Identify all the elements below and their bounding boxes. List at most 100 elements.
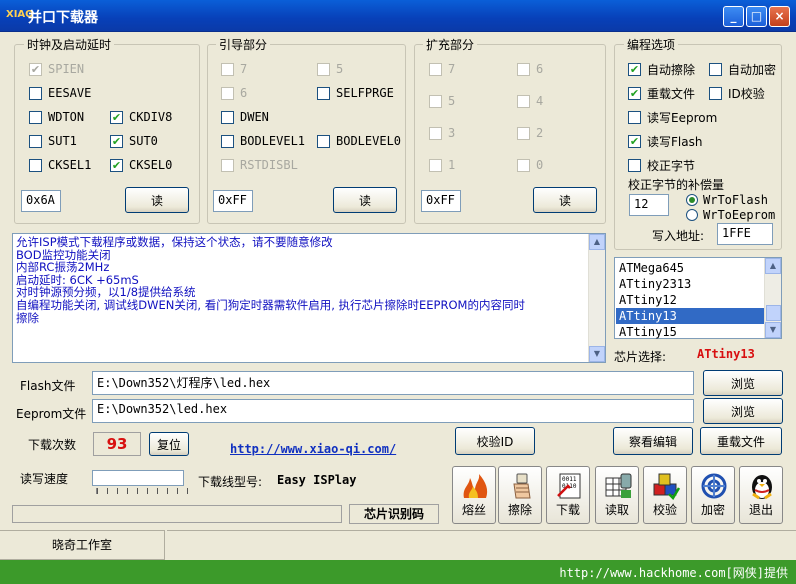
svg-text:0011: 0011 bbox=[562, 476, 577, 483]
checkbox-label: 7 bbox=[240, 62, 248, 76]
checkbox-prog-id-[interactable]: ID校验 bbox=[709, 85, 765, 101]
chip-list-item[interactable]: ATtiny15 bbox=[616, 324, 764, 340]
minimize-button[interactable]: _ bbox=[723, 6, 744, 27]
tool-button-2[interactable]: 擦除 bbox=[498, 466, 542, 524]
reset-count-button[interactable]: 复位 bbox=[149, 432, 189, 456]
eeprom-browse-button[interactable]: 浏览 bbox=[703, 398, 783, 424]
checkbox-clock-eesave[interactable]: EESAVE bbox=[29, 85, 91, 101]
tool-button-3[interactable]: 0011 0110 下载 bbox=[546, 466, 590, 524]
checkbox-box bbox=[429, 62, 442, 76]
tool-button-label: 擦除 bbox=[507, 503, 532, 517]
checkbox-clock-wdton[interactable]: WDTON bbox=[29, 109, 84, 125]
checkbox-prog--[interactable]: ✔ 自动擦除 bbox=[628, 61, 695, 77]
checkbox-boot-7: 7 bbox=[221, 61, 247, 77]
checkbox-box bbox=[317, 134, 330, 148]
flash-browse-button[interactable]: 浏览 bbox=[703, 370, 783, 396]
checkbox-prog--[interactable]: 自动加密 bbox=[709, 61, 776, 77]
checkbox-ext-3: 3 bbox=[429, 125, 455, 141]
ext-value-field[interactable]: 0xFF bbox=[421, 190, 461, 212]
checkbox-clock-cksel1[interactable]: CKSEL1 bbox=[29, 157, 91, 173]
checkbox-box bbox=[628, 110, 641, 124]
chip-scroll-up-icon[interactable]: ▲ bbox=[765, 258, 781, 274]
checkbox-boot-bodlevel1[interactable]: BODLEVEL1 bbox=[221, 133, 305, 149]
checkmark-icon: ✔ bbox=[628, 134, 641, 148]
radio-wrtoflash[interactable]: WrToFlash bbox=[686, 192, 768, 208]
clock-read-button[interactable]: 读 bbox=[125, 187, 189, 213]
tool-button-4[interactable]: 读取 bbox=[595, 466, 639, 524]
speed-track[interactable] bbox=[92, 470, 184, 486]
read-grid-icon bbox=[603, 472, 633, 500]
radio-wrtoeeprom[interactable]: WrToEeprom bbox=[686, 207, 775, 223]
checkbox-boot-bodlevel0[interactable]: BODLEVEL0 bbox=[317, 133, 401, 149]
maximize-icon: □ bbox=[750, 9, 763, 23]
verify-id-button[interactable]: 校验ID bbox=[455, 427, 535, 455]
download-binary-icon: 0011 0110 bbox=[554, 472, 584, 500]
checkbox-label: EESAVE bbox=[48, 86, 92, 100]
fire-icon bbox=[460, 472, 490, 500]
close-button[interactable]: × bbox=[769, 6, 790, 27]
scroll-down-icon[interactable]: ▼ bbox=[589, 346, 605, 362]
checkbox-box bbox=[29, 134, 42, 148]
title-bar[interactable]: XIAO 并口下载器 _ □ × bbox=[0, 0, 796, 32]
eeprom-file-input[interactable]: E:\Down352\led.hex bbox=[92, 399, 694, 423]
radio-wrtoeeprom-label: WrToEeprom bbox=[703, 208, 776, 222]
reload-file-button[interactable]: 重载文件 bbox=[700, 427, 782, 455]
download-count-value: 93 bbox=[93, 432, 141, 456]
chip-scrollbar[interactable]: ▲ ▼ bbox=[764, 258, 781, 338]
chip-list-item[interactable]: ATtiny2313 bbox=[616, 276, 764, 292]
info-textarea[interactable]: 允许ISP模式下载程序或数据，保持这个状态，请不要随意修改 BOD监控功能关闭 内部… bbox=[12, 233, 606, 363]
penguin-icon bbox=[747, 472, 777, 500]
maximize-button[interactable]: □ bbox=[746, 6, 767, 27]
clock-value-field[interactable]: 0x6A bbox=[21, 190, 61, 212]
tool-button-label: 熔丝 bbox=[461, 503, 486, 517]
radio-wrtoeeprom-dot bbox=[686, 209, 698, 221]
checkbox-prog--[interactable]: 校正字节 bbox=[628, 157, 695, 173]
addr-value-field[interactable]: 1FFE bbox=[717, 223, 773, 245]
checkbox-label: 0 bbox=[536, 158, 544, 172]
chip-list-item[interactable]: ATtiny12 bbox=[616, 292, 764, 308]
checkbox-clock-cksel0[interactable]: ✔ CKSEL0 bbox=[110, 157, 172, 173]
checkbox-clock-sut1[interactable]: SUT1 bbox=[29, 133, 77, 149]
chip-scroll-down-icon[interactable]: ▼ bbox=[765, 322, 781, 338]
tool-button-5[interactable]: 校验 bbox=[643, 466, 687, 524]
tool-button-1[interactable]: 熔丝 bbox=[452, 466, 496, 524]
scroll-up-icon[interactable]: ▲ bbox=[589, 234, 605, 250]
checkmark-icon: ✔ bbox=[29, 62, 42, 76]
boot-read-button[interactable]: 读 bbox=[333, 187, 397, 213]
checkbox-clock-ckdiv8[interactable]: ✔ CKDIV8 bbox=[110, 109, 172, 125]
chip-selected-display: ATtiny13 bbox=[697, 347, 755, 361]
window-title: 并口下载器 bbox=[28, 10, 98, 26]
download-count-label: 下载次数 bbox=[28, 438, 77, 452]
tool-button-7[interactable]: 退出 bbox=[739, 466, 783, 524]
checkbox-label: ID校验 bbox=[728, 86, 765, 101]
close-icon: × bbox=[774, 9, 785, 23]
checkbox-prog--[interactable]: ✔ 重载文件 bbox=[628, 85, 695, 101]
lock-knot-icon bbox=[699, 472, 729, 500]
ext-group-title: 扩充部分 bbox=[423, 36, 478, 53]
checkbox-clock-sut0[interactable]: ✔ SUT0 bbox=[110, 133, 158, 149]
checkbox-ext-2: 2 bbox=[517, 125, 543, 141]
checkbox-prog--flash[interactable]: ✔ 读写Flash bbox=[628, 133, 702, 149]
tool-button-6[interactable]: 加密 bbox=[691, 466, 735, 524]
flash-file-input[interactable]: E:\Down352\灯程序\led.hex bbox=[92, 371, 694, 395]
checkbox-boot-selfprge[interactable]: SELFPRGE bbox=[317, 85, 394, 101]
chip-id-label: 芯片识别码 bbox=[349, 504, 439, 524]
checkbox-boot-dwen[interactable]: DWEN bbox=[221, 109, 269, 125]
checkbox-box bbox=[221, 62, 234, 76]
view-edit-button[interactable]: 察看编辑 bbox=[613, 427, 693, 455]
website-link[interactable]: http://www.xiao-qi.com/ bbox=[230, 442, 396, 456]
chip-listbox[interactable]: ATMega645 ATtiny2313 ATtiny12 ATtiny13 ATtin… bbox=[614, 257, 782, 339]
checkbox-label: SUT1 bbox=[48, 134, 77, 148]
comp-value-field[interactable]: 12 bbox=[629, 194, 669, 216]
boot-value-field[interactable]: 0xFF bbox=[213, 190, 253, 212]
checkmark-icon: ✔ bbox=[110, 110, 123, 124]
checkmark-icon: ✔ bbox=[628, 86, 641, 100]
chip-list-item[interactable]: ATMega645 bbox=[616, 260, 764, 276]
chip-scroll-thumb[interactable] bbox=[766, 305, 781, 321]
chip-list-item[interactable]: ATtiny13 bbox=[616, 308, 764, 324]
checkbox-prog--eeprom[interactable]: 读写Eeprom bbox=[628, 109, 717, 125]
checkbox-box bbox=[429, 126, 442, 140]
footer-bar: http://www.hackhome.com[网侠]提供 bbox=[0, 560, 796, 584]
ext-read-button[interactable]: 读 bbox=[533, 187, 597, 213]
info-scrollbar[interactable]: ▲ ▼ bbox=[588, 234, 605, 362]
